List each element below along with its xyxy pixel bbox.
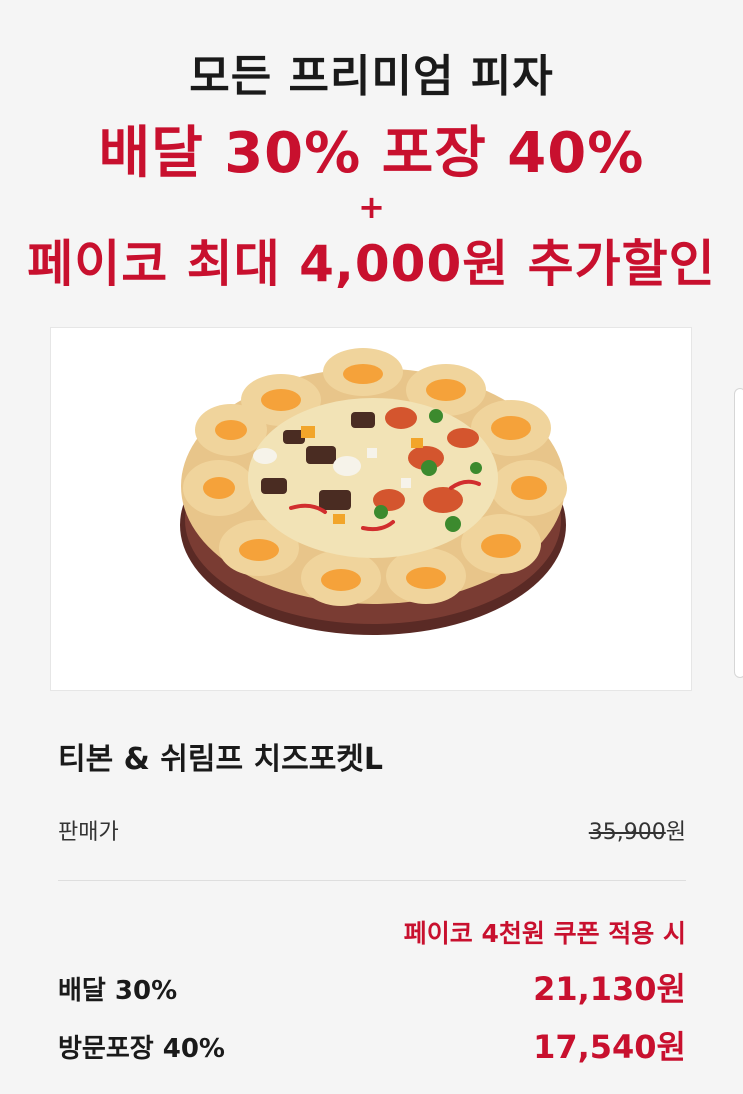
product-name: 티본 & 쉬림프 치즈포켓L [58, 742, 384, 777]
scroll-handle[interactable] [734, 388, 743, 678]
original-price-currency: 원 [665, 820, 686, 845]
pickup-label: 방문포장 40% [58, 1034, 225, 1064]
sale-price-row: 판매가 35,900원 [58, 814, 686, 848]
original-price: 35,900원 [589, 814, 686, 846]
pickup-price: 17,540원 [533, 1028, 686, 1066]
pickup-price-row: 방문포장 40% 17,540원 [58, 1022, 686, 1066]
promo-payco-line: 페이코 최대 4,000원 추가할인 [27, 235, 716, 293]
sale-price-label: 판매가 [58, 820, 119, 845]
promo-discount-line: 배달 30% 포장 40% [98, 121, 645, 186]
delivery-label: 배달 30% [58, 976, 178, 1006]
original-price-value: 35,900 [588, 820, 666, 845]
divider [58, 880, 686, 881]
coupon-note: 페이코 4천원 쿠폰 적용 시 [403, 919, 686, 948]
product-image-card[interactable] [50, 327, 692, 691]
promo-banner: 모든 프리미엄 피자 배달 30% 포장 40% + 페이코 최대 4,000원… [0, 0, 743, 300]
promo-plus: + [358, 188, 385, 226]
delivery-price-row: 배달 30% 21,130원 [58, 964, 686, 1008]
promo-headline: 모든 프리미엄 피자 [189, 51, 554, 102]
pizza-image [180, 348, 567, 635]
delivery-price: 21,130원 [533, 970, 686, 1008]
